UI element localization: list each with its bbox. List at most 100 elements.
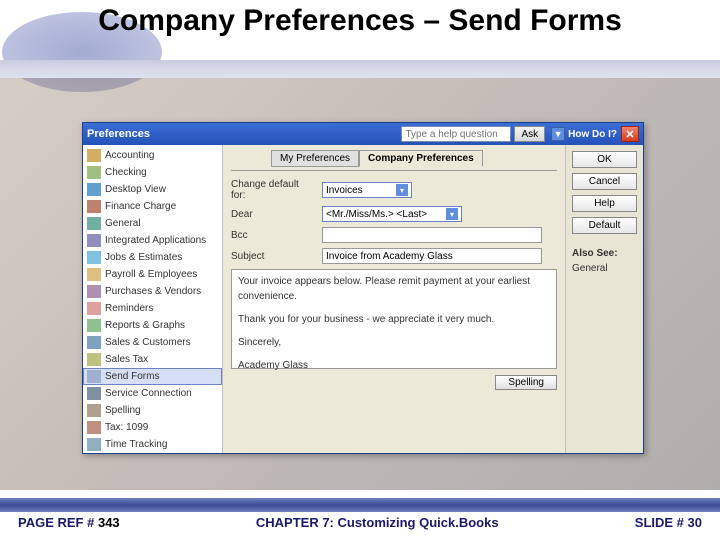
chapter-label: CHAPTER 7: Customizing Quick.Books — [256, 515, 499, 530]
slide-footer: PAGE REF # 343 CHAPTER 7: Customizing Qu… — [0, 494, 720, 540]
subject-input[interactable] — [322, 248, 542, 264]
preferences-sidebar: Accounting Checking Desktop View Finance Ch… — [83, 145, 223, 453]
sidebar-icon — [87, 200, 101, 213]
spelling-button[interactable]: Spelling — [495, 375, 557, 390]
sidebar-icon — [87, 234, 101, 247]
help-button[interactable]: Help — [572, 195, 637, 212]
sidebar-item-label: Reports & Graphs — [105, 320, 185, 331]
help-search-group: Ask — [401, 126, 545, 142]
sidebar-item-integrated-applications[interactable]: Integrated Applications — [83, 232, 222, 249]
also-see-heading: Also See: — [572, 248, 637, 259]
tab-company-preferences[interactable]: Company Preferences — [359, 150, 483, 167]
default-button[interactable]: Default — [572, 217, 637, 234]
sidebar-item-accounting[interactable]: Accounting — [83, 147, 222, 164]
sidebar-icon — [87, 319, 101, 332]
email-body-textarea[interactable]: Your invoice appears below. Please remit… — [231, 269, 557, 369]
sidebar-item-label: Checking — [105, 167, 147, 178]
dear-select[interactable]: <Mr./Miss/Ms.> <Last> ▾ — [322, 206, 462, 222]
sidebar-item-label: Integrated Applications — [105, 235, 206, 246]
ok-button[interactable]: OK — [572, 151, 637, 168]
sidebar-icon — [87, 166, 101, 179]
chevron-down-icon: ▾ — [446, 208, 458, 220]
dear-label: Dear — [231, 209, 316, 220]
body-line: Thank you for your business - we appreci… — [238, 312, 550, 327]
also-see-general-link[interactable]: General — [572, 263, 637, 274]
page-ref: PAGE REF # 343 — [18, 515, 120, 530]
sidebar-item-sales-tax[interactable]: Sales Tax — [83, 351, 222, 368]
body-line: Sincerely, — [238, 335, 550, 350]
window-title: Preferences — [87, 128, 150, 140]
sidebar-item-service-connection[interactable]: Service Connection — [83, 385, 222, 402]
preferences-window: Preferences Ask ▼ How Do I? ✕ Accounting… — [82, 122, 644, 454]
sidebar-item-label: Purchases & Vendors — [105, 286, 201, 297]
sidebar-item-finance-charge[interactable]: Finance Charge — [83, 198, 222, 215]
titlebar: Preferences Ask ▼ How Do I? ✕ — [83, 123, 643, 145]
dear-value: <Mr./Miss/Ms.> <Last> — [326, 209, 427, 220]
sidebar-icon — [87, 387, 101, 400]
chevron-down-icon: ▼ — [551, 127, 565, 141]
sidebar-icon — [87, 404, 101, 417]
sidebar-item-reports-graphs[interactable]: Reports & Graphs — [83, 317, 222, 334]
sidebar-item-label: Jobs & Estimates — [105, 252, 182, 263]
how-do-i-label: How Do I? — [568, 129, 617, 140]
close-button[interactable]: ✕ — [621, 126, 639, 142]
body-line: Academy Glass — [238, 358, 550, 373]
subject-label: Subject — [231, 251, 316, 262]
sidebar-icon — [87, 183, 101, 196]
footer-divider — [0, 498, 720, 512]
sidebar-item-time-tracking[interactable]: Time Tracking — [83, 436, 222, 453]
sidebar-item-label: Payroll & Employees — [105, 269, 197, 280]
sidebar-icon — [87, 336, 101, 349]
how-do-i-dropdown[interactable]: ▼ How Do I? — [551, 127, 617, 141]
sidebar-item-label: General — [105, 218, 141, 229]
slide-number: SLIDE # 30 — [635, 515, 702, 530]
bcc-label: Bcc — [231, 230, 316, 241]
sidebar-item-desktop-view[interactable]: Desktop View — [83, 181, 222, 198]
sidebar-item-label: Spelling — [105, 405, 141, 416]
page-ref-label: PAGE REF # — [18, 515, 94, 530]
sidebar-item-payroll-employees[interactable]: Payroll & Employees — [83, 266, 222, 283]
ask-button[interactable]: Ask — [514, 126, 545, 142]
tab-my-preferences[interactable]: My Preferences — [271, 150, 359, 167]
sidebar-item-general[interactable]: General — [83, 215, 222, 232]
change-default-label: Change default for: — [231, 179, 316, 201]
help-search-input[interactable] — [401, 126, 511, 142]
sidebar-item-tax-1099[interactable]: Tax: 1099 — [83, 419, 222, 436]
change-default-value: Invoices — [326, 185, 363, 196]
change-default-select[interactable]: Invoices ▾ — [322, 182, 412, 198]
sidebar-item-label: Reminders — [105, 303, 153, 314]
sidebar-icon — [87, 353, 101, 366]
sidebar-item-spelling[interactable]: Spelling — [83, 402, 222, 419]
sidebar-icon — [87, 370, 101, 383]
page-ref-value: 343 — [98, 515, 120, 530]
slide-title: Company Preferences – Send Forms — [0, 0, 720, 37]
sidebar-item-label: Send Forms — [105, 371, 159, 382]
sidebar-item-send-forms[interactable]: Send Forms — [83, 368, 222, 385]
sidebar-icon — [87, 421, 101, 434]
sidebar-item-sales-customers[interactable]: Sales & Customers — [83, 334, 222, 351]
sidebar-item-label: Finance Charge — [105, 201, 176, 212]
sidebar-item-label: Service Connection — [105, 388, 192, 399]
sidebar-icon — [87, 251, 101, 264]
sidebar-item-label: Sales Tax — [105, 354, 148, 365]
sidebar-item-label: Accounting — [105, 150, 154, 161]
sidebar-item-label: Sales & Customers — [105, 337, 191, 348]
bg-band — [0, 60, 720, 78]
sidebar-item-jobs-estimates[interactable]: Jobs & Estimates — [83, 249, 222, 266]
sidebar-icon — [87, 285, 101, 298]
body-line: Your invoice appears below. Please remit… — [238, 274, 550, 304]
sidebar-item-reminders[interactable]: Reminders — [83, 300, 222, 317]
sidebar-item-label: Time Tracking — [105, 439, 167, 450]
sidebar-item-checking[interactable]: Checking — [83, 164, 222, 181]
chevron-down-icon: ▾ — [396, 184, 408, 196]
sidebar-icon — [87, 217, 101, 230]
sidebar-icon — [87, 149, 101, 162]
bcc-input[interactable] — [322, 227, 542, 243]
sidebar-icon — [87, 438, 101, 451]
cancel-button[interactable]: Cancel — [572, 173, 637, 190]
right-button-panel: OK Cancel Help Default Also See: General — [565, 145, 643, 453]
close-icon: ✕ — [625, 128, 634, 141]
sidebar-icon — [87, 302, 101, 315]
sidebar-icon — [87, 268, 101, 281]
sidebar-item-purchases-vendors[interactable]: Purchases & Vendors — [83, 283, 222, 300]
